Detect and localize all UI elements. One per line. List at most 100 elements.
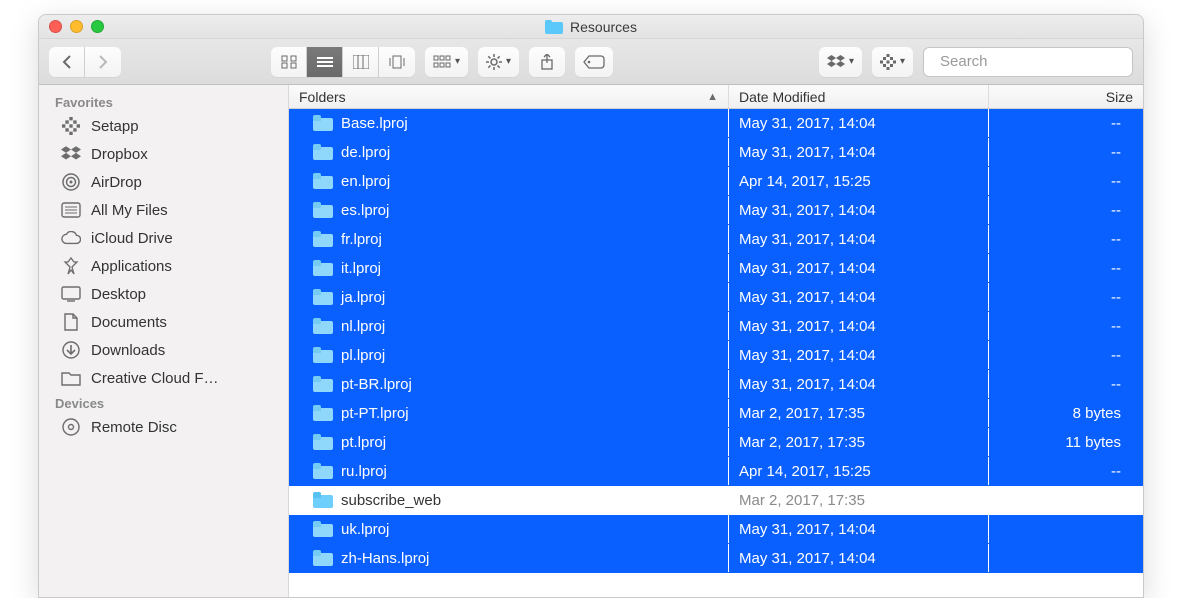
column-header-name[interactable]: Folders ▲ <box>289 85 729 108</box>
cell-date: May 31, 2017, 14:04 <box>729 515 988 543</box>
column-header-date[interactable]: Date Modified <box>729 85 989 108</box>
window-controls <box>49 15 104 38</box>
column-header-size[interactable]: Size <box>989 85 1143 108</box>
file-date: May 31, 2017, 14:04 <box>739 318 876 335</box>
apps-icon <box>61 257 81 275</box>
table-row[interactable]: pt-PT.lprojMar 2, 2017, 17:358 bytes <box>289 399 1143 428</box>
sidebar-item-creative-cloud-f[interactable]: Creative Cloud F… <box>39 364 288 392</box>
table-row[interactable]: nl.lprojMay 31, 2017, 14:04-- <box>289 312 1143 341</box>
table-row[interactable]: pl.lprojMay 31, 2017, 14:04-- <box>289 341 1143 370</box>
table-row[interactable]: uk.lprojMay 31, 2017, 14:04 <box>289 515 1143 544</box>
sidebar-item-remote-disc[interactable]: Remote Disc <box>39 413 288 441</box>
sidebar-item-label: iCloud Drive <box>91 230 173 247</box>
table-row[interactable]: Base.lprojMay 31, 2017, 14:04-- <box>289 109 1143 138</box>
share-button-group <box>529 47 565 77</box>
sidebar-item-label: AirDrop <box>91 174 142 191</box>
chevron-down-icon: ▾ <box>849 56 854 67</box>
titlebar[interactable]: Resources <box>39 15 1143 39</box>
back-button[interactable] <box>49 47 85 77</box>
cell-date: Apr 14, 2017, 15:25 <box>729 167 988 195</box>
action-button[interactable]: ▾ <box>478 47 519 77</box>
zoom-icon[interactable] <box>91 20 104 33</box>
sidebar-item-dropbox[interactable]: Dropbox <box>39 140 288 168</box>
tags-button[interactable] <box>575 47 613 77</box>
close-icon[interactable] <box>49 20 62 33</box>
arrange-button-group: ▾ <box>425 47 468 77</box>
sidebar-item-desktop[interactable]: Desktop <box>39 280 288 308</box>
file-size: -- <box>1111 463 1121 480</box>
view-columns-button[interactable] <box>343 47 379 77</box>
cell-size: 11 bytes <box>989 428 1143 456</box>
table-row[interactable]: de.lprojMay 31, 2017, 14:04-- <box>289 138 1143 167</box>
view-coverflow-button[interactable] <box>379 47 415 77</box>
file-name: es.lproj <box>341 202 389 219</box>
cloud-icon <box>61 229 81 247</box>
file-rows[interactable]: Base.lprojMay 31, 2017, 14:04--de.lprojM… <box>289 109 1143 597</box>
nav-buttons <box>49 47 121 77</box>
setapp-toolbar-button[interactable]: ▾ <box>872 47 913 77</box>
cell-name: fr.lproj <box>289 225 728 253</box>
table-row[interactable]: es.lprojMay 31, 2017, 14:04-- <box>289 196 1143 225</box>
folder-icon <box>313 318 333 334</box>
minimize-icon[interactable] <box>70 20 83 33</box>
cell-size: -- <box>989 225 1143 253</box>
file-date: May 31, 2017, 14:04 <box>739 231 876 248</box>
file-date: May 31, 2017, 14:04 <box>739 115 876 132</box>
arrange-button[interactable]: ▾ <box>425 47 468 77</box>
sidebar-item-airdrop[interactable]: AirDrop <box>39 168 288 196</box>
cell-name: pt-PT.lproj <box>289 399 728 427</box>
file-size: -- <box>1111 173 1121 190</box>
cell-size <box>989 544 1143 572</box>
table-row[interactable]: subscribe_webMar 2, 2017, 17:35 <box>289 486 1143 515</box>
forward-button[interactable] <box>85 47 121 77</box>
cell-date: May 31, 2017, 14:04 <box>729 225 988 253</box>
search-input[interactable] <box>940 53 1139 70</box>
cell-name: ja.lproj <box>289 283 728 311</box>
sidebar-item-icloud-drive[interactable]: iCloud Drive <box>39 224 288 252</box>
table-row[interactable]: zh-Hans.lprojMay 31, 2017, 14:04 <box>289 544 1143 573</box>
table-row[interactable]: it.lprojMay 31, 2017, 14:04-- <box>289 254 1143 283</box>
sidebar-item-label: Desktop <box>91 286 146 303</box>
dropbox-button[interactable]: ▾ <box>819 47 862 77</box>
cell-size: -- <box>989 283 1143 311</box>
file-name: it.lproj <box>341 260 381 277</box>
folder-icon <box>313 492 333 508</box>
sidebar-item-setapp[interactable]: Setapp <box>39 112 288 140</box>
cell-size <box>989 515 1143 543</box>
sidebar[interactable]: FavoritesSetappDropboxAirDropAll My File… <box>39 85 289 597</box>
table-row[interactable]: fr.lproj May 31, 2017, 14:04 -- <box>289 225 1143 254</box>
view-icons-button[interactable] <box>271 47 307 77</box>
file-date: Mar 2, 2017, 17:35 <box>739 434 865 451</box>
tags-button-group <box>575 47 613 77</box>
file-size: -- <box>1111 376 1121 393</box>
table-row[interactable]: en.lprojApr 14, 2017, 15:25-- <box>289 167 1143 196</box>
table-row[interactable]: pt.lprojMar 2, 2017, 17:3511 bytes <box>289 428 1143 457</box>
file-name: ru.lproj <box>341 463 387 480</box>
dropbox-button-group: ▾ <box>819 47 862 77</box>
sidebar-item-downloads[interactable]: Downloads <box>39 336 288 364</box>
folder-icon <box>313 347 333 363</box>
chevron-down-icon: ▾ <box>506 56 511 67</box>
sidebar-item-all-my-files[interactable]: All My Files <box>39 196 288 224</box>
sidebar-item-documents[interactable]: Documents <box>39 308 288 336</box>
cell-date: Mar 2, 2017, 17:35 <box>729 428 988 456</box>
cell-date: May 31, 2017, 14:04 <box>729 341 988 369</box>
share-button[interactable] <box>529 47 565 77</box>
table-row[interactable]: ja.lprojMay 31, 2017, 14:04-- <box>289 283 1143 312</box>
view-list-button[interactable] <box>307 47 343 77</box>
cell-name: Base.lproj <box>289 109 728 137</box>
cell-name: pl.lproj <box>289 341 728 369</box>
table-row[interactable]: pt-BR.lprojMay 31, 2017, 14:04-- <box>289 370 1143 399</box>
file-size: 8 bytes <box>1073 405 1121 422</box>
cell-name: es.lproj <box>289 196 728 224</box>
sidebar-item-label: Creative Cloud F… <box>91 370 219 387</box>
sidebar-item-label: Applications <box>91 258 172 275</box>
cell-name: ru.lproj <box>289 457 728 485</box>
cell-size: -- <box>989 341 1143 369</box>
cell-size: -- <box>989 167 1143 195</box>
chevron-down-icon: ▾ <box>900 56 905 67</box>
sidebar-item-applications[interactable]: Applications <box>39 252 288 280</box>
file-date: Apr 14, 2017, 15:25 <box>739 173 871 190</box>
table-row[interactable]: ru.lprojApr 14, 2017, 15:25-- <box>289 457 1143 486</box>
search-field[interactable] <box>923 47 1133 77</box>
